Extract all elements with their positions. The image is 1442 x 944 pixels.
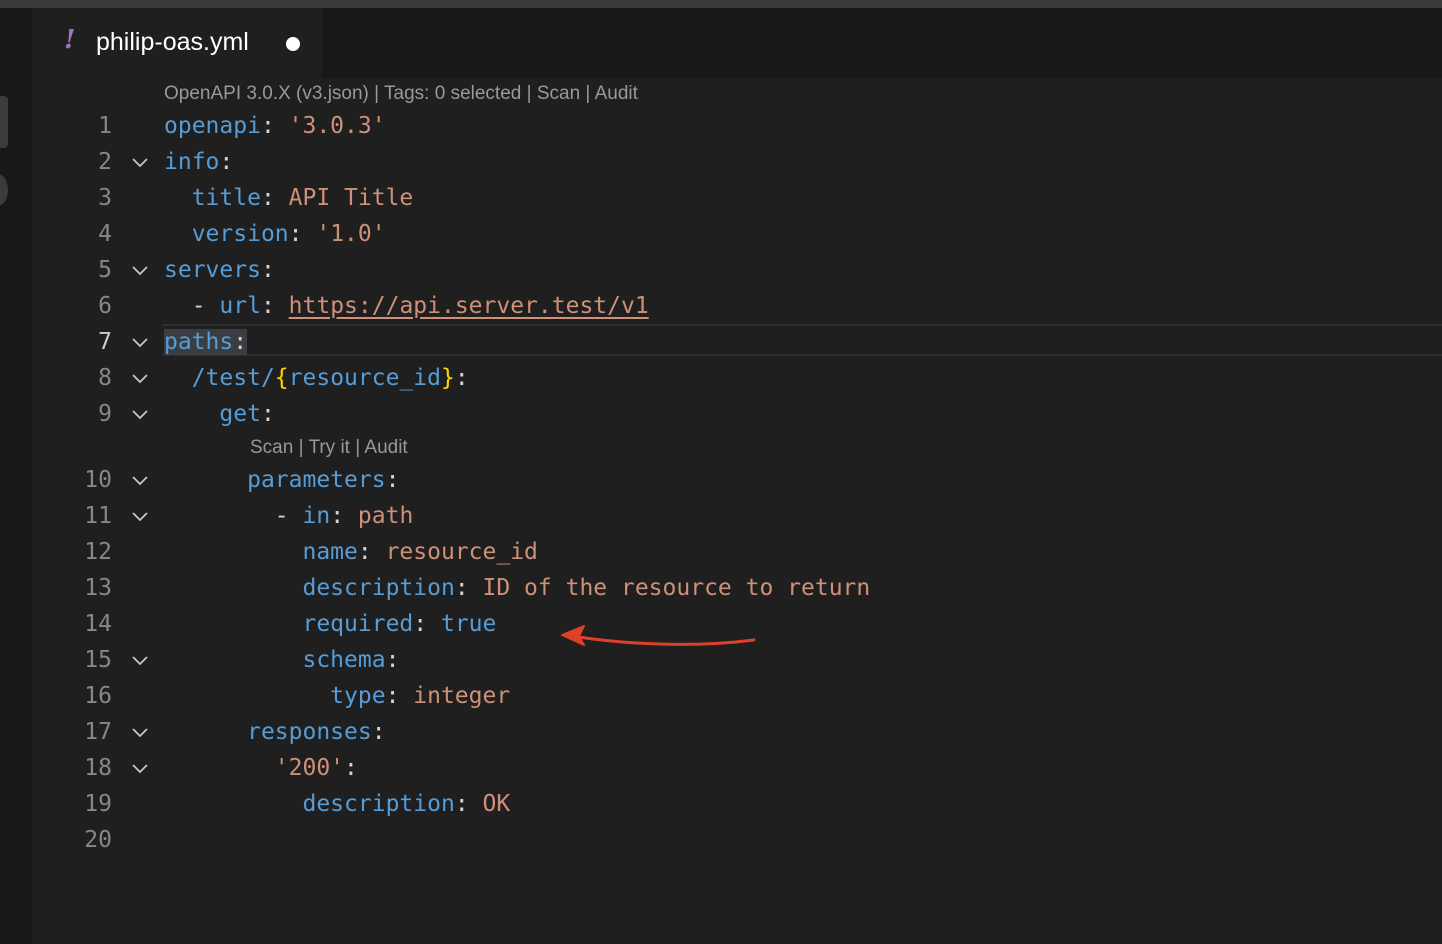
unsaved-dot-icon[interactable]	[286, 37, 300, 51]
tab-filename: philip-oas.yml	[96, 28, 249, 56]
red-arrow-annotation	[561, 625, 756, 646]
code-editor[interactable]: OpenAPI 3.0.X (v3.json) | Tags: 0 select…	[32, 78, 1442, 944]
tab-philip-oas-yml[interactable]: ! philip-oas.yml	[32, 8, 322, 78]
activity-bar	[0, 8, 32, 944]
activity-bar-active-indicator	[0, 96, 8, 148]
yaml-exclamation-icon: !	[64, 25, 76, 55]
window-top-bar	[0, 0, 1442, 8]
editor-tab-strip: ! philip-oas.yml	[32, 8, 1442, 78]
activity-bar-badge	[0, 174, 8, 206]
